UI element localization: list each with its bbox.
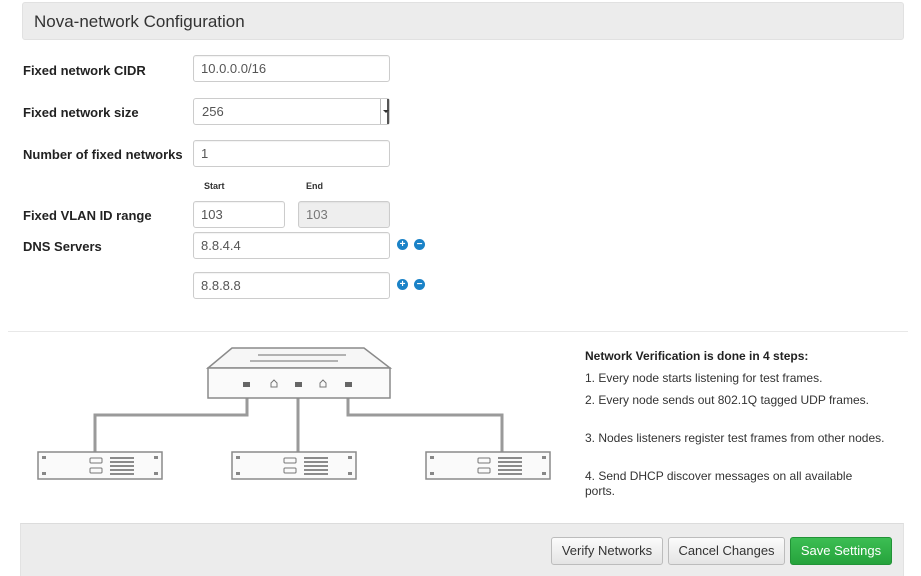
verification-step: 1. Every node starts listening for test … — [585, 371, 823, 385]
fixed-size-label: Fixed network size — [23, 105, 139, 120]
fixed-size-value: 256 — [202, 104, 224, 119]
minus-icon[interactable]: − — [414, 239, 425, 250]
section-title: Nova-network Configuration — [34, 12, 245, 31]
verification-title: Network Verification is done in 4 steps: — [585, 349, 809, 363]
verification-step: 4. Send DHCP discover messages on all av… — [585, 469, 853, 498]
section-header: Nova-network Configuration — [22, 2, 904, 40]
dns-servers-label: DNS Servers — [23, 239, 102, 254]
vlan-start-label: Start — [204, 181, 225, 191]
fixed-cidr-label: Fixed network CIDR — [23, 63, 146, 78]
network-diagram — [37, 347, 551, 480]
save-settings-button[interactable]: Save Settings — [790, 537, 892, 565]
server-icon — [37, 451, 163, 480]
switch-icon — [205, 347, 393, 399]
server-icon — [425, 451, 551, 480]
plus-icon[interactable]: + — [397, 279, 408, 290]
network-cables — [93, 392, 504, 452]
fixed-size-select[interactable]: 256 — [193, 98, 390, 125]
vlan-end-input: 103 — [298, 201, 390, 228]
vlan-range-label: Fixed VLAN ID range — [23, 208, 152, 223]
server-icon — [231, 451, 357, 480]
vlan-end-label: End — [306, 181, 323, 191]
vlan-start-input[interactable]: 103 — [193, 201, 285, 228]
fixed-count-input[interactable]: 1 — [193, 140, 390, 167]
dns-server-input[interactable]: 8.8.4.4 — [193, 232, 390, 259]
chevron-down-icon — [380, 99, 389, 124]
fixed-count-label: Number of fixed networks — [23, 147, 183, 162]
fixed-cidr-input[interactable]: 10.0.0.0/16 — [193, 55, 390, 82]
minus-icon[interactable]: − — [414, 279, 425, 290]
plus-icon[interactable]: + — [397, 239, 408, 250]
verification-step: 2. Every node sends out 802.1Q tagged UD… — [585, 393, 869, 407]
verification-step: 3. Nodes listeners register test frames … — [585, 431, 885, 445]
dns-server-input[interactable]: 8.8.8.8 — [193, 272, 390, 299]
cancel-changes-button[interactable]: Cancel Changes — [668, 537, 785, 565]
verify-networks-button[interactable]: Verify Networks — [551, 537, 663, 565]
divider — [8, 331, 908, 332]
